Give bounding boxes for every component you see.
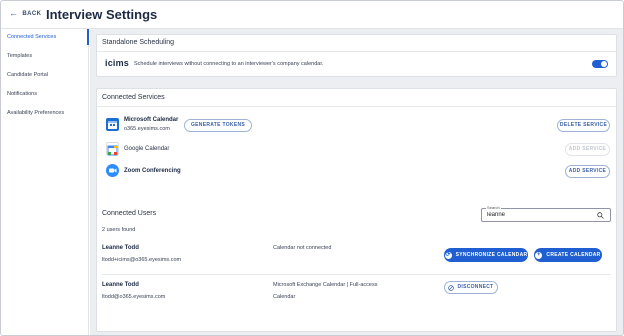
row-divider	[102, 274, 611, 275]
create-calendar-button[interactable]: + CREATE CALENDAR	[534, 248, 602, 262]
delete-service-button[interactable]: DELETE SERVICE	[557, 119, 610, 132]
google-calendar-icon	[106, 142, 119, 156]
icims-logo: icims	[105, 58, 130, 68]
zoom-icon	[106, 164, 119, 177]
search-icon[interactable]	[597, 212, 604, 219]
back-button[interactable]: ← BACK	[9, 9, 41, 18]
users-count: 2 users found	[102, 227, 136, 233]
sync-icon: ⟳	[444, 251, 452, 259]
generate-tokens-button[interactable]: GENERATE TOKENS	[184, 119, 252, 132]
sidebar: Connected Services Templates Candidate P…	[1, 29, 89, 335]
user-name: Leanne Todd	[102, 245, 139, 251]
divider	[97, 106, 616, 107]
sidebar-item-candidate-portal[interactable]: Candidate Portal	[1, 67, 89, 83]
user-calendar-status: Calendar not connected	[273, 245, 332, 251]
back-label: BACK	[22, 10, 42, 17]
add-service-google-button[interactable]: ADD SERVICE	[565, 143, 610, 156]
synchronize-calendar-label: SYNCHRONIZE CALENDAR	[455, 252, 528, 258]
sidebar-item-templates[interactable]: Templates	[1, 48, 89, 64]
standalone-toggle[interactable]	[592, 60, 608, 68]
top-header: ← BACK Interview Settings	[1, 1, 623, 29]
disconnect-button[interactable]: DISCONNECT	[444, 281, 498, 294]
service-domain-microsoft: o365.eyesims.com	[124, 126, 170, 132]
user-calendar-status-line2: Calendar	[273, 294, 296, 300]
user-search-field[interactable]: Search	[481, 205, 611, 222]
divider	[97, 51, 616, 52]
user-calendar-status: Microsoft Exchange Calendar | Full-acces…	[273, 282, 378, 288]
service-name-google: Google Calendar	[124, 146, 170, 152]
page-title: Interview Settings	[46, 7, 158, 22]
user-email: ltodd@o365.eyesims.com	[102, 294, 166, 300]
user-email: ltodd+icims@o365.eyesims.com	[102, 257, 182, 263]
microsoft-calendar-icon	[106, 118, 119, 131]
search-field-label: Search	[486, 205, 501, 210]
main-content: Standalone Scheduling icims Schedule int…	[90, 29, 623, 335]
create-calendar-label: CREATE CALENDAR	[546, 252, 601, 258]
users-title: Connected Users	[102, 210, 157, 217]
toggle-knob	[601, 61, 607, 67]
synchronize-calendar-button[interactable]: ⟳ SYNCHRONIZE CALENDAR	[444, 248, 528, 262]
standalone-description: Schedule interviews without connecting t…	[134, 61, 324, 67]
sidebar-item-availability-preferences[interactable]: Availability Preferences	[1, 105, 89, 121]
standalone-title: Standalone Scheduling	[102, 39, 175, 46]
services-title: Connected Services	[102, 94, 165, 101]
sidebar-item-notifications[interactable]: Notifications	[1, 86, 89, 102]
sidebar-item-connected-services[interactable]: Connected Services	[1, 29, 89, 45]
service-name-zoom: Zoom Conferencing	[124, 168, 181, 174]
back-arrow-icon: ←	[9, 8, 19, 18]
add-service-zoom-button[interactable]: ADD SERVICE	[565, 165, 610, 178]
service-name-microsoft: Microsoft Calendar	[124, 117, 179, 123]
standalone-scheduling-card: Standalone Scheduling icims Schedule int…	[96, 34, 617, 77]
disconnect-label: DISCONNECT	[457, 284, 494, 290]
disconnect-icon	[448, 284, 455, 291]
app-window: ← BACK Interview Settings Connected Serv…	[0, 0, 624, 336]
plus-icon: +	[535, 251, 543, 259]
search-input[interactable]	[487, 212, 587, 218]
connected-users-card: Connected Users Search 2 users found Lea…	[96, 201, 617, 332]
connected-services-card: Connected Services Microsoft Calendar o3…	[96, 88, 617, 215]
user-name: Leanne Todd	[102, 282, 139, 288]
